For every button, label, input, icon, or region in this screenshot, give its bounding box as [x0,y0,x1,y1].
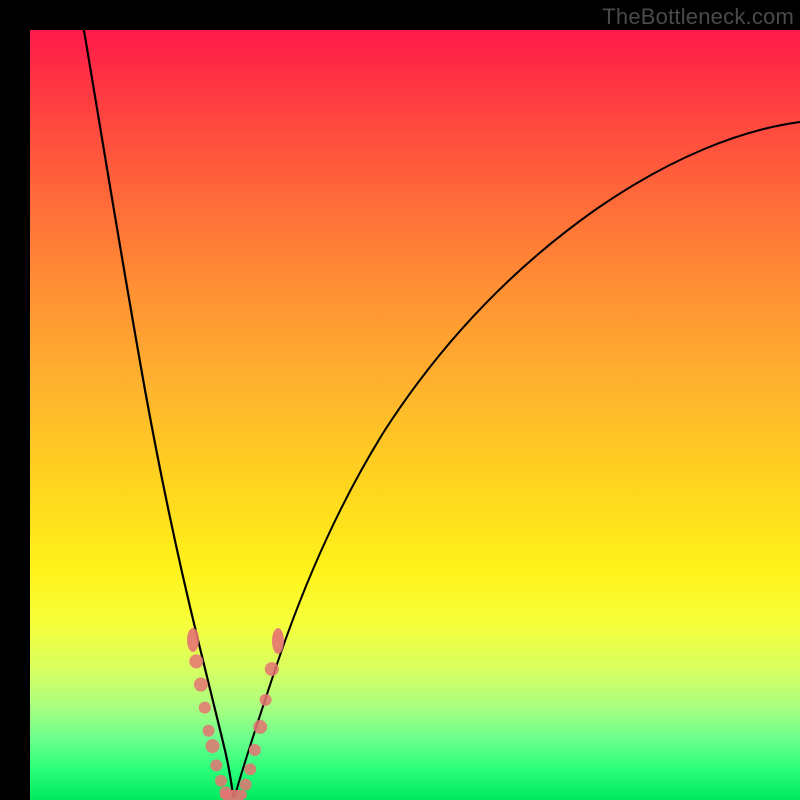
marker-pill [187,628,199,652]
marker-dot [220,786,232,798]
marker-pill [272,628,284,654]
marker-dot [194,678,208,692]
marker-dot [215,775,227,787]
marker-dot [210,759,222,771]
curve-right-branch [234,122,800,798]
chart-svg [30,30,800,800]
marker-dot [249,744,261,756]
marker-dot [244,763,256,775]
marker-dot [260,694,272,706]
marker-dot [206,739,220,753]
watermark-text: TheBottleneck.com [602,4,794,30]
marker-dot [203,725,215,737]
marker-dot [240,779,252,791]
marker-dot [189,654,203,668]
curve-left-branch [84,30,233,798]
chart-frame [30,30,800,800]
marker-dot [253,720,267,734]
marker-dot [265,662,279,676]
marker-dot [199,702,211,714]
